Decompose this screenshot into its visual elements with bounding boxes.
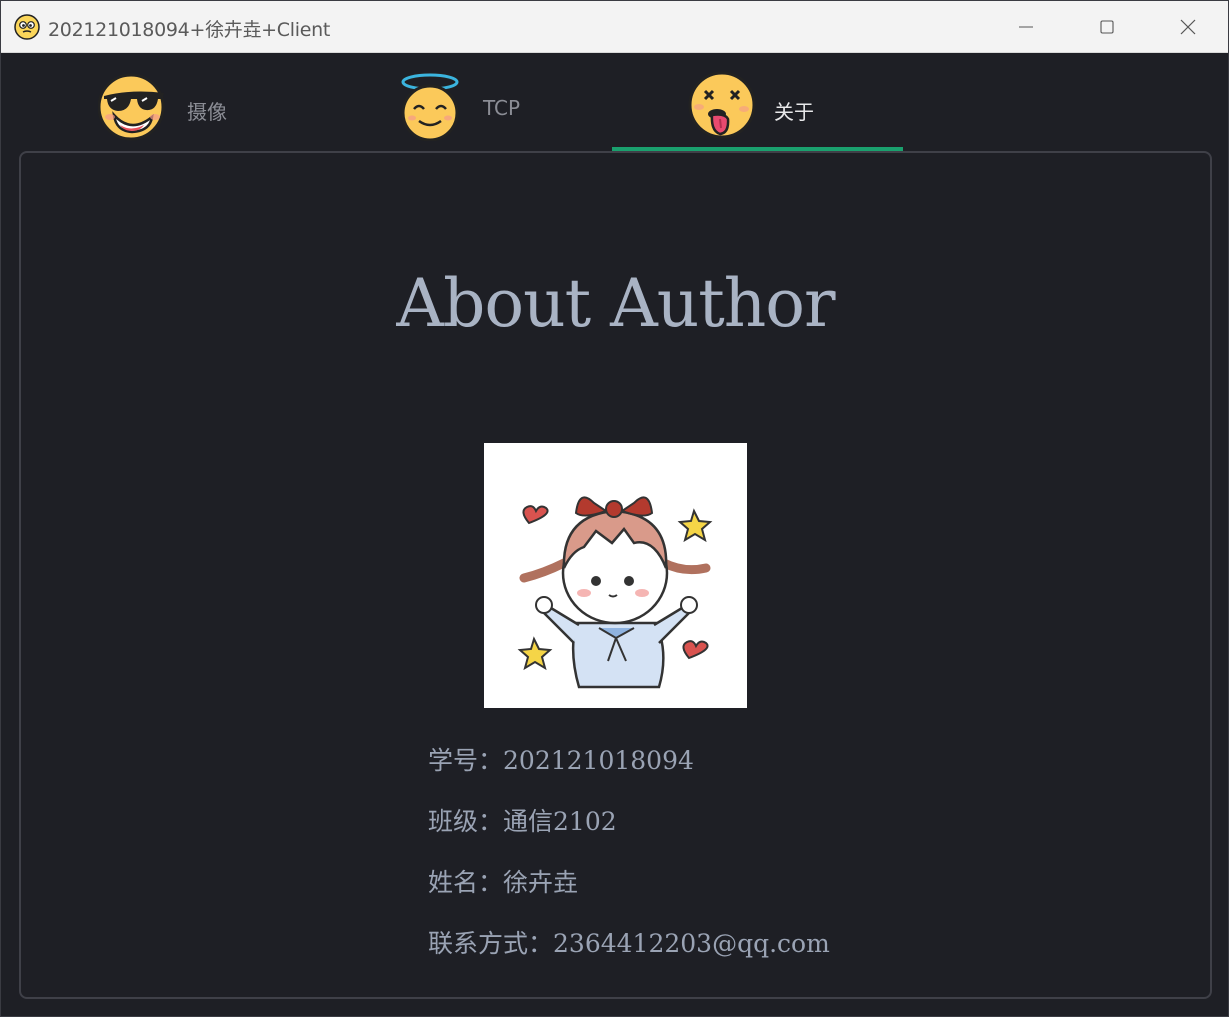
close-button[interactable] bbox=[1148, 1, 1228, 52]
tab-tcp[interactable]: TCP bbox=[351, 53, 612, 151]
info-name: 姓名：徐卉垚 bbox=[428, 863, 578, 899]
student-id-value: 202121018094 bbox=[503, 746, 694, 775]
minimize-button[interactable] bbox=[986, 1, 1066, 52]
sunglasses-emoji-icon bbox=[98, 73, 165, 141]
close-icon bbox=[1180, 19, 1196, 34]
name-value: 徐卉垚 bbox=[503, 868, 579, 897]
info-contact: 联系方式：2364412203@qq.com bbox=[428, 924, 830, 960]
name-label: 姓名： bbox=[428, 868, 504, 897]
author-avatar bbox=[484, 443, 747, 708]
info-class: 班级：通信2102 bbox=[428, 802, 617, 838]
maximize-icon bbox=[1100, 19, 1114, 34]
title-bar[interactable]: 202121018094+徐卉垚+Client bbox=[1, 1, 1228, 53]
page-title: About Author bbox=[396, 265, 835, 342]
student-id-label: 学号： bbox=[428, 746, 504, 775]
tab-camera[interactable]: 摄像 bbox=[61, 53, 351, 151]
app-window: 202121018094+徐卉垚+Client 摄像 TCP 关于 About … bbox=[0, 0, 1229, 1017]
window-title: 202121018094+徐卉垚+Client bbox=[48, 19, 331, 41]
class-label: 班级： bbox=[428, 807, 504, 836]
about-panel: About Author 学号：202121018094 班级：通信2102 姓… bbox=[19, 151, 1212, 999]
class-value: 通信2102 bbox=[503, 807, 617, 836]
minimize-icon bbox=[1019, 26, 1033, 27]
app-emoji-icon bbox=[14, 14, 40, 40]
tab-about-label: 关于 bbox=[774, 100, 814, 124]
tab-about[interactable]: 关于 bbox=[612, 53, 903, 151]
cartoon-girl-avatar bbox=[517, 496, 713, 689]
dizzy-tongue-emoji-icon bbox=[688, 71, 756, 139]
halo-emoji-icon bbox=[400, 72, 460, 141]
info-student-id: 学号：202121018094 bbox=[428, 741, 694, 777]
contact-value: 2364412203@qq.com bbox=[553, 929, 830, 958]
tab-bar: 摄像 TCP 关于 bbox=[1, 53, 1228, 151]
maximize-button[interactable] bbox=[1067, 1, 1147, 52]
tab-camera-label: 摄像 bbox=[187, 100, 227, 124]
contact-label: 联系方式： bbox=[428, 929, 554, 958]
tab-tcp-label: TCP bbox=[483, 96, 521, 120]
